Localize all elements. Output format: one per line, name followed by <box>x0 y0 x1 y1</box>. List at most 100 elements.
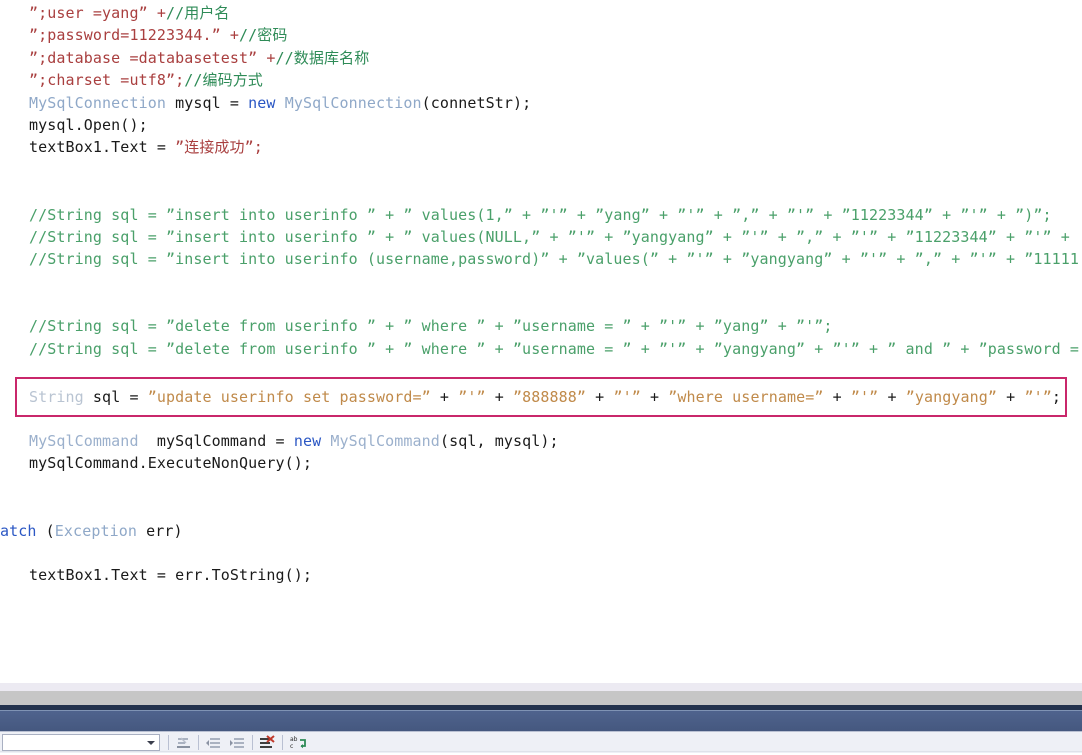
code-token: //密码 <box>239 26 288 45</box>
code-token: ”update userinfo set password=” <box>147 388 431 406</box>
code-token: + <box>997 388 1025 406</box>
find-replace-abc-icon[interactable]: ab c <box>288 734 308 752</box>
code-token: mysql.Open(); <box>29 115 148 134</box>
code-token: + <box>586 388 614 406</box>
line-open[interactable]: mysql.Open(); <box>0 114 1082 136</box>
code-token: ( <box>36 521 55 540</box>
code-token: + <box>878 388 906 406</box>
code-token: (sql, mysql); <box>439 432 559 450</box>
toolbar-combobox[interactable] <box>2 734 160 755</box>
line-comment-insert-2[interactable]: //String sql = ”insert into userinfo ” +… <box>0 226 1082 248</box>
code-token: textBox1.Text = <box>29 138 176 157</box>
decrease-indent-icon[interactable] <box>204 734 224 752</box>
code-token: //String sql = ”insert into userinfo ” +… <box>29 205 1052 224</box>
clear-bookmarks-icon[interactable] <box>258 734 278 752</box>
code-token: + <box>823 388 851 406</box>
code-token: //String sql = ”delete from userinfo ” +… <box>29 317 833 336</box>
code-token: + <box>640 388 669 406</box>
code-token: String <box>29 388 84 406</box>
line-blank-5[interactable] <box>0 475 1082 497</box>
toolbar-combobox-input[interactable] <box>3 739 147 755</box>
line-conn-user[interactable]: ”;user =yang” +//用户名 <box>0 2 1082 24</box>
code-token: //数据库名称 <box>275 48 370 67</box>
code-token: ”;charset =utf8”; <box>29 71 185 90</box>
code-token: ”'” <box>458 388 486 406</box>
line-blank-6[interactable] <box>0 497 1082 519</box>
code-token: ”yangyang” <box>905 388 998 406</box>
line-comment-insert-3[interactable]: //String sql = ”insert into userinfo (us… <box>0 248 1082 270</box>
code-lines-before-highlight[interactable]: ”;user =yang” +//用户名 ”;password=11223344.… <box>0 0 1082 360</box>
code-token: err) <box>136 521 183 540</box>
line-conn-charset[interactable]: ”;charset =utf8”;//编码方式 <box>0 69 1082 91</box>
window-title-bar[interactable] <box>0 711 1082 731</box>
code-lines-after-highlight[interactable]: MySqlCommand mySqlCommand = new MySqlCom… <box>0 428 1082 587</box>
line-conn-database[interactable]: ”;database =databasetest” +//数据库名称 <box>0 47 1082 69</box>
code-token: mysql = <box>165 93 249 112</box>
code-token: ”;password=11223344.” + <box>29 26 240 45</box>
code-token: ”888888” <box>513 388 587 406</box>
code-token: + <box>485 388 513 406</box>
chevron-down-icon[interactable] <box>147 741 155 745</box>
line-blank-3[interactable] <box>0 271 1082 293</box>
code-token: atch <box>0 521 37 540</box>
code-token: ”'” <box>1024 388 1052 406</box>
editor-toolbar[interactable]: ab c <box>0 731 1082 755</box>
code-token: ”'” <box>613 388 641 406</box>
toolbar-separator <box>168 735 169 750</box>
line-comment-insert-1[interactable]: //String sql = ”insert into userinfo ” +… <box>0 204 1082 226</box>
code-token: ”'” <box>850 388 879 406</box>
chrome-band-lavender <box>0 683 1082 691</box>
code-token: ”连接成功”; <box>175 138 263 157</box>
code-token: //String sql = ”insert into userinfo ” +… <box>29 227 1070 246</box>
toolbar-separator <box>282 735 283 750</box>
chrome-band-white <box>0 672 1082 683</box>
highlighted-code-line[interactable]: String sql = ”update userinfo set passwo… <box>0 381 1082 413</box>
line-catch[interactable]: atch (Exception err) <box>0 520 1082 542</box>
line-comment-delete-2[interactable]: //String sql = ”delete from userinfo ” +… <box>0 338 1082 360</box>
line-textbox-success[interactable]: textBox1.Text = ”连接成功”; <box>0 136 1082 158</box>
toolbar-separator <box>198 735 199 750</box>
code-token: textBox1.Text = err.ToString(); <box>29 566 313 585</box>
toolbar-separator <box>252 735 253 750</box>
code-token: new <box>248 93 276 112</box>
comment-selection-icon[interactable] <box>174 734 194 752</box>
code-token: MySqlConnection <box>284 93 422 112</box>
code-editor-pane[interactable]: ”;user =yang” +//用户名 ”;password=11223344.… <box>0 0 1082 672</box>
line-conn-password[interactable]: ”;password=11223344.” +//密码 <box>0 24 1082 46</box>
code-token: mySqlCommand = <box>138 432 294 450</box>
line-blank-1[interactable] <box>0 159 1082 181</box>
line-blank-4[interactable] <box>0 293 1082 315</box>
code-token: (connetStr); <box>421 93 532 112</box>
code-token: //编码方式 <box>184 71 263 90</box>
code-token: ”;database =databasetest” + <box>29 48 276 67</box>
code-token: MySqlCommand <box>330 432 440 450</box>
code-token: ; <box>1051 388 1061 406</box>
line-new-command[interactable]: MySqlCommand mySqlCommand = new MySqlCom… <box>0 430 1082 452</box>
code-token: //String sql = ”insert into userinfo (us… <box>29 250 1080 269</box>
code-token: new <box>293 432 322 450</box>
line-new-connection[interactable]: MySqlConnection mysql = new MySqlConnect… <box>0 92 1082 114</box>
code-token: //用户名 <box>165 4 230 22</box>
line-blank-2[interactable] <box>0 181 1082 203</box>
code-token: sql = <box>83 388 148 406</box>
application-window: ”;user =yang” +//用户名 ”;password=11223344.… <box>0 0 1082 755</box>
line-blank-7[interactable] <box>0 542 1082 564</box>
svg-text:ab: ab <box>290 736 298 743</box>
line-comment-delete-1[interactable]: //String sql = ”delete from userinfo ” +… <box>0 315 1082 337</box>
svg-text:c: c <box>290 743 293 750</box>
code-token: //String sql = ”delete from userinfo ” +… <box>29 339 1080 358</box>
line-execute-nonquery[interactable]: mySqlCommand.ExecuteNonQuery(); <box>0 452 1082 474</box>
line-textbox-error[interactable]: textBox1.Text = err.ToString(); <box>0 564 1082 586</box>
increase-indent-icon[interactable] <box>228 734 248 752</box>
chrome-band-gray <box>0 691 1082 705</box>
code-token: MySqlConnection <box>29 93 166 112</box>
code-token: Exception <box>54 521 137 540</box>
